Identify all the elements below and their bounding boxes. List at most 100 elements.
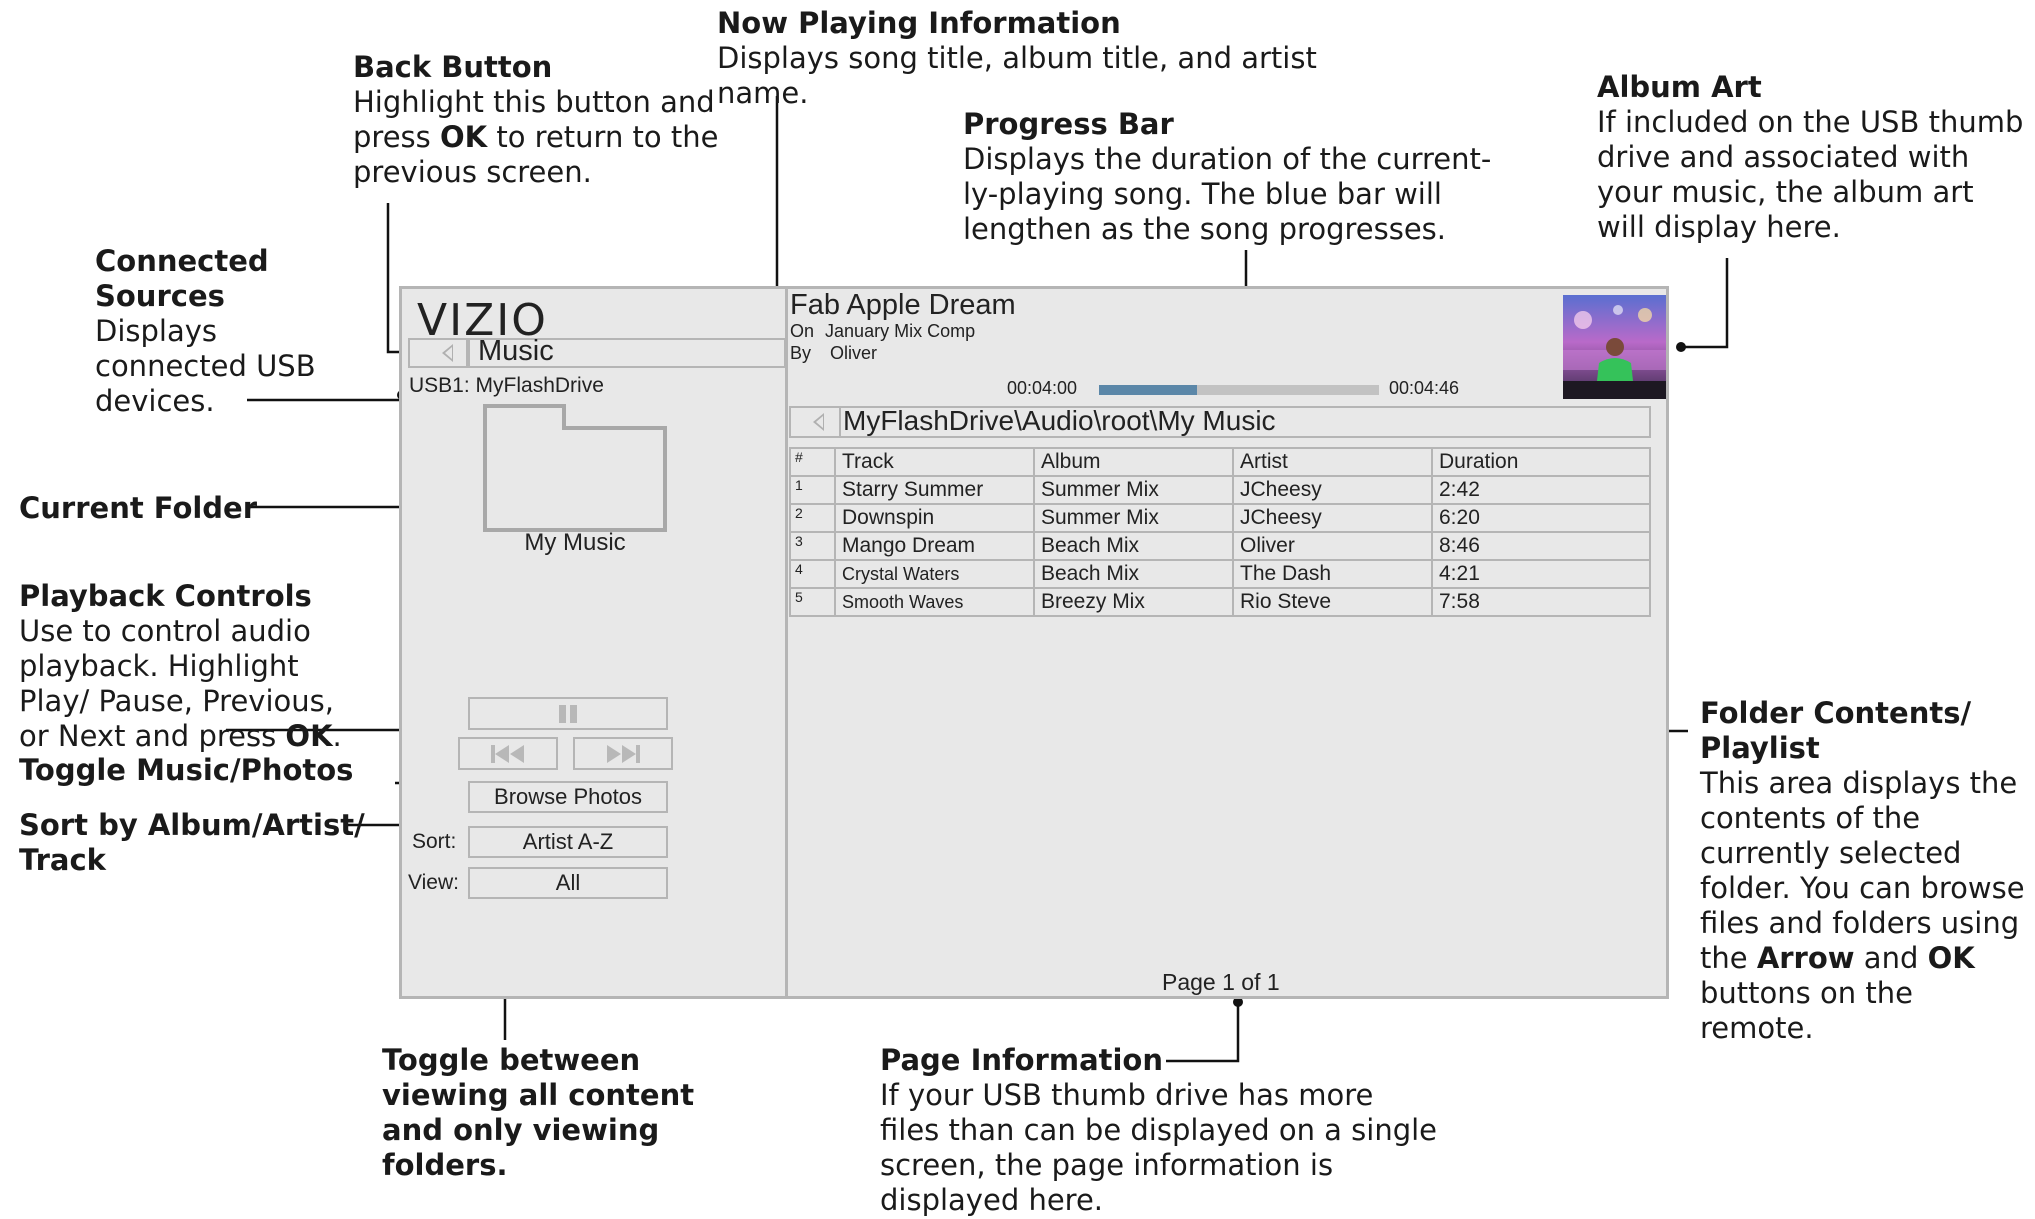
row-number: 2 [789, 503, 836, 533]
callout-text: If your USB thumb drive has more files t… [880, 1078, 1438, 1217]
callout-title: Toggle between viewing all content and o… [382, 1043, 695, 1182]
column-header-track: Track [834, 447, 1035, 477]
row-duration: 8:46 [1431, 531, 1651, 561]
row-number: 3 [789, 531, 836, 561]
row-artist: Rio Steve [1232, 587, 1433, 617]
callout-title: Playback Controls [19, 579, 312, 613]
callout-back-button: Back Button Highlight this button and pr… [353, 50, 723, 190]
sort-label: Sort: [412, 830, 457, 853]
table-row[interactable]: 3 Mango Dream Beach Mix Oliver 8:46 [789, 531, 1651, 561]
callout-page-info: Page Information If your USB thumb drive… [880, 1043, 1440, 1218]
path-divider [839, 408, 841, 436]
back-button[interactable] [408, 338, 468, 368]
callout-sort: Sort by Album/Artist/ Track [19, 808, 379, 878]
callout-folder-contents: Folder Contents/ Playlist This area disp… [1700, 696, 2030, 1046]
album-art [1563, 295, 1666, 399]
on-label: On [790, 321, 815, 341]
callout-title: Progress Bar [963, 107, 1174, 141]
callout-title: Connected Sources [95, 244, 269, 313]
folder-contents-table: # Track Album Artist Duration 1 Starry S… [789, 447, 1651, 617]
now-playing-album: January Mix Comp [825, 321, 976, 341]
previous-icon [491, 745, 524, 763]
sort-selector[interactable]: Artist A-Z [468, 826, 668, 858]
view-selector[interactable]: All [468, 867, 668, 899]
callout-title: Folder Contents/ Playlist [1700, 696, 1972, 765]
callout-text: If included on the USB thumb drive and a… [1597, 105, 2024, 244]
progress-bar-fill [1099, 385, 1197, 395]
row-duration: 7:58 [1431, 587, 1651, 617]
callout-album-art: Album Art If included on the USB thumb d… [1597, 70, 2027, 245]
next-button[interactable] [573, 737, 673, 770]
triangle-left-icon [442, 344, 453, 362]
callout-title: Page Information [880, 1043, 1164, 1077]
now-playing-album-row: On January Mix Comp [790, 321, 975, 342]
callout-connected-sources: Connected Sources Displays connected USB… [95, 244, 345, 419]
page-info: Page 1 of 1 [1162, 969, 1280, 995]
callout-toggle-music-photos: Toggle Music/Photos [19, 753, 399, 788]
column-header-number: # [789, 447, 836, 477]
by-label: By [790, 343, 812, 363]
row-artist: JCheesy [1232, 475, 1433, 505]
row-track: Mango Dream [834, 531, 1035, 561]
callout-text: Displays the duration of the current-ly-… [963, 142, 1492, 246]
callout-text: Highlight this button and press OK to re… [353, 85, 719, 189]
row-artist: The Dash [1232, 559, 1433, 589]
row-track: Smooth Waves [834, 587, 1035, 617]
folder-icon[interactable] [482, 403, 668, 533]
table-header-row: # Track Album Artist Duration [789, 447, 1651, 477]
elapsed-time: 00:04:00 [1007, 378, 1078, 398]
callout-text: Displays song title, album title, and ar… [717, 41, 1317, 110]
now-playing-artist-row: By Oliver [790, 343, 877, 364]
callout-title: Back Button [353, 50, 553, 84]
row-artist: JCheesy [1232, 503, 1433, 533]
callout-current-folder: Current Folder [19, 491, 259, 526]
column-header-duration: Duration [1431, 447, 1651, 477]
view-label: View: [408, 871, 459, 894]
callout-text: Displays connected USB devices. [95, 314, 316, 418]
row-duration: 6:20 [1431, 503, 1651, 533]
row-number: 4 [789, 559, 836, 589]
row-duration: 4:21 [1431, 559, 1651, 589]
now-playing-artist: Oliver [830, 343, 878, 363]
row-number: 5 [789, 587, 836, 617]
table-row[interactable]: 5 Smooth Waves Breezy Mix Rio Steve 7:58 [789, 587, 1651, 617]
row-album: Breezy Mix [1033, 587, 1234, 617]
connected-source[interactable]: USB1: MyFlashDrive [409, 374, 604, 398]
callout-progress-bar: Progress Bar Displays the duration of th… [963, 107, 1493, 247]
previous-button[interactable] [458, 737, 558, 770]
row-duration: 2:42 [1431, 475, 1651, 505]
row-track: Starry Summer [834, 475, 1035, 505]
callout-now-playing: Now Playing Information Displays song ti… [717, 6, 1417, 111]
column-header-album: Album [1033, 447, 1234, 477]
row-album: Beach Mix [1033, 531, 1234, 561]
nav-title: Music [478, 335, 554, 367]
row-album: Beach Mix [1033, 559, 1234, 589]
total-time: 00:04:46 [1389, 378, 1460, 398]
pause-button[interactable] [468, 697, 668, 730]
callout-title: Toggle Music/Photos [19, 753, 354, 787]
table-row[interactable]: 4 Crystal Waters Beach Mix The Dash 4:21 [789, 559, 1651, 589]
row-track: Crystal Waters [834, 559, 1035, 589]
row-number: 1 [789, 475, 836, 505]
table-row[interactable]: 1 Starry Summer Summer Mix JCheesy 2:42 [789, 475, 1651, 505]
current-folder-label: My Music [524, 529, 626, 556]
row-album: Summer Mix [1033, 475, 1234, 505]
callout-title: Album Art [1597, 70, 1762, 104]
row-track: Downspin [834, 503, 1035, 533]
callout-text: Use to control audio playback. Highlight… [19, 614, 342, 753]
row-album: Summer Mix [1033, 503, 1234, 533]
pause-icon [559, 705, 577, 723]
now-playing-title: Fab Apple Dream [790, 289, 1016, 321]
callout-title: Sort by Album/Artist/ Track [19, 808, 365, 877]
usb-media-player-screen: VIZIO Music USB1: MyFlashDrive My Music … [399, 286, 1669, 999]
table-row[interactable]: 2 Downspin Summer Mix JCheesy 6:20 [789, 503, 1651, 533]
browse-photos-button[interactable]: Browse Photos [468, 781, 668, 813]
callout-text: This area displays the contents of the c… [1700, 766, 2025, 1045]
next-icon [607, 745, 640, 763]
row-artist: Oliver [1232, 531, 1433, 561]
callout-title: Now Playing Information [717, 6, 1121, 40]
callout-toggle-view: Toggle between viewing all content and o… [382, 1043, 702, 1183]
callout-title: Current Folder [19, 491, 258, 525]
progress-bar [1099, 385, 1379, 395]
triangle-left-icon [813, 413, 824, 431]
